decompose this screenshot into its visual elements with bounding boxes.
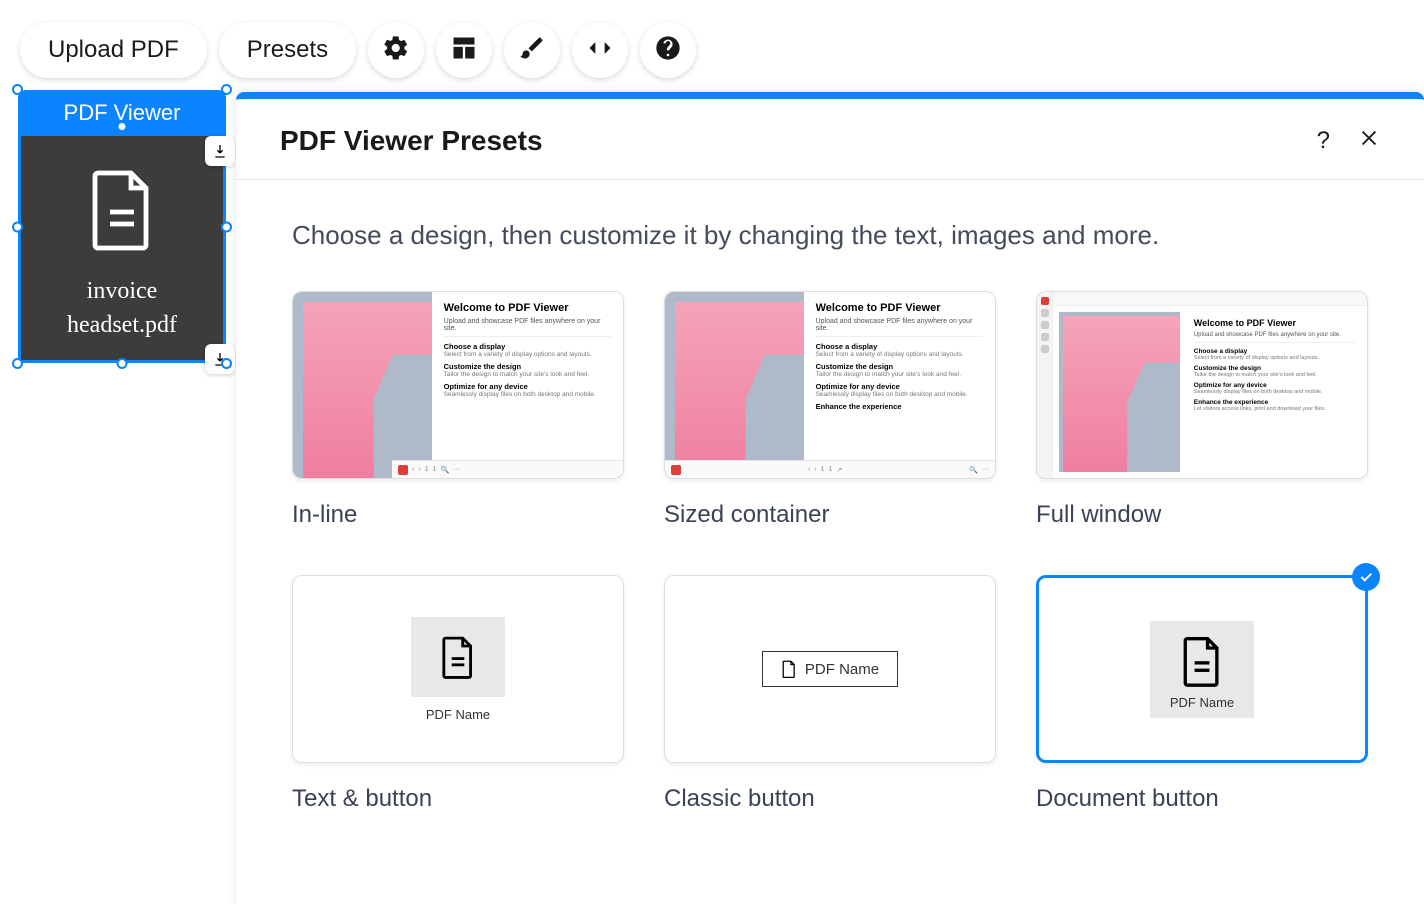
thumb-sec: Choose a display [1194,348,1355,355]
thumb-txt: Select from a variety of display options… [816,351,983,358]
selection-handle[interactable] [12,358,23,369]
thumb-txt: Tailor the design to match your site's l… [1194,372,1355,378]
thumb-pdf-name: PDF Name [1170,695,1234,710]
thumb-sec: Optimize for any device [816,382,983,391]
gear-icon [382,34,410,67]
selection-handle[interactable] [117,121,128,132]
preset-document-button[interactable]: PDF Name Document button [1036,575,1368,813]
panel-title: PDF Viewer Presets [280,125,543,157]
help-icon [654,34,682,67]
thumb-sec: Optimize for any device [1194,382,1355,389]
preset-label: Full window [1036,501,1368,529]
preset-thumb: Welcome to PDF Viewer Upload and showcas… [1036,291,1368,479]
thumb-sec: Enhance the experience [1194,399,1355,406]
panel-header: PDF Viewer Presets ? [236,99,1424,180]
upload-pdf-button[interactable]: Upload PDF [20,22,207,78]
thumb-txt: Seamlessly display files on both desktop… [444,391,611,398]
design-button[interactable] [504,22,560,78]
download-badge-top[interactable] [205,136,235,166]
widget-body: invoice headset.pdf [18,136,226,363]
selected-check-icon [1352,563,1380,591]
panel-description: Choose a design, then customize it by ch… [292,220,1368,251]
preset-thumb: Welcome to PDF Viewer Upload and showcas… [664,291,996,479]
panel-help-button[interactable]: ? [1317,127,1330,155]
thumb-txt: Tailor the design to match your site's l… [444,371,611,378]
filename-line1: invoice [87,278,158,304]
preset-full[interactable]: Welcome to PDF Viewer Upload and showcas… [1036,291,1368,529]
thumb-sec: Customize the design [816,362,983,371]
preset-classic-button[interactable]: PDF Name Classic button [664,575,996,813]
panel-body: Choose a design, then customize it by ch… [236,180,1424,853]
panel-close-button[interactable] [1358,127,1380,156]
presets-button[interactable]: Presets [219,22,356,78]
thumb-txt: Let visitors access links, print and dow… [1194,406,1355,412]
thumb-txt: Select from a variety of display options… [1194,355,1355,361]
selection-handle[interactable] [12,221,23,232]
selection-handle[interactable] [12,84,23,95]
preset-text-button[interactable]: PDF Name Text & button [292,575,624,813]
selection-handle[interactable] [221,84,232,95]
thumb-sec: Customize the design [1194,365,1355,372]
settings-button[interactable] [368,22,424,78]
thumb-sec: Choose a display [444,342,611,351]
layout-button[interactable] [436,22,492,78]
preset-inline[interactable]: Welcome to PDF Viewer Upload and showcas… [292,291,624,529]
preset-thumb: PDF Name [292,575,624,763]
brush-icon [518,34,546,67]
stretch-button[interactable] [572,22,628,78]
thumb-pdf-name: PDF Name [426,707,490,722]
presets-panel: PDF Viewer Presets ? Choose a design, th… [236,92,1424,904]
thumb-txt: Seamlessly display files on both desktop… [1194,389,1355,395]
file-icon [86,166,158,257]
preset-label: Document button [1036,785,1368,813]
preset-label: Text & button [292,785,624,813]
preset-label: Classic button [664,785,996,813]
preset-thumb: PDF Name [664,575,996,763]
thumb-title: Welcome to PDF Viewer [444,302,611,314]
thumb-title: Welcome to PDF Viewer [1194,318,1355,328]
toolbar: Upload PDF Presets [20,22,696,78]
thumb-sec: Customize the design [444,362,611,371]
thumb-txt: Select from a variety of display options… [444,351,611,358]
layout-icon [450,34,478,67]
preset-sized[interactable]: Welcome to PDF Viewer Upload and showcas… [664,291,996,529]
preset-grid: Welcome to PDF Viewer Upload and showcas… [292,291,1368,813]
preset-thumb: Welcome to PDF Viewer Upload and showcas… [292,291,624,479]
preset-label: Sized container [664,501,996,529]
filename-line2: headset.pdf [67,312,177,338]
thumb-sub: Upload and showcase PDF files anywhere o… [816,318,983,337]
selection-handle[interactable] [117,358,128,369]
thumb-sub: Upload and showcase PDF files anywhere o… [444,318,611,337]
thumb-sub: Upload and showcase PDF files anywhere o… [1194,332,1355,343]
thumb-txt: Seamlessly display files on both desktop… [816,391,983,398]
preset-thumb: PDF Name [1036,575,1368,763]
pdf-viewer-widget[interactable]: PDF Viewer invoice headset.pdf [18,90,226,363]
arrows-horizontal-icon [586,34,614,67]
thumb-txt: Tailor the design to match your site's l… [816,371,983,378]
widget-filename: invoice headset.pdf [67,275,177,342]
thumb-sec: Optimize for any device [444,382,611,391]
thumb-pdf-name: PDF Name [805,661,879,678]
help-button[interactable] [640,22,696,78]
preset-label: In-line [292,501,624,529]
thumb-sec: Enhance the experience [816,402,983,411]
selection-handle[interactable] [221,221,232,232]
thumb-sec: Choose a display [816,342,983,351]
thumb-title: Welcome to PDF Viewer [816,302,983,314]
